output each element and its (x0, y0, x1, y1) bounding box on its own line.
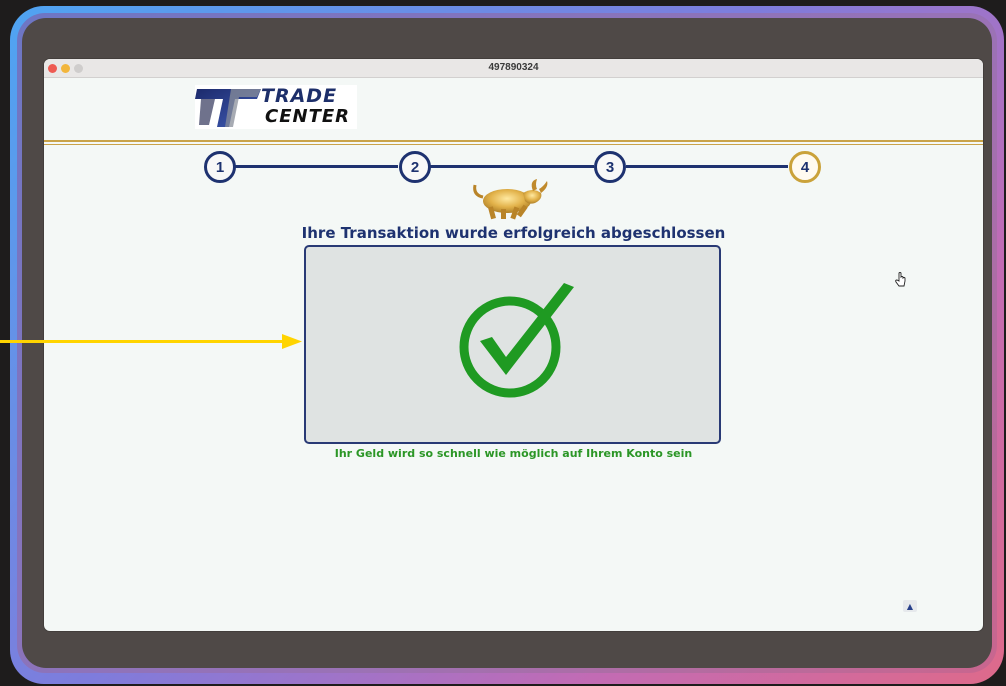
arrow-right-icon (0, 334, 302, 349)
window-title: 497890324 (488, 62, 539, 73)
confirmation-headline: Ihre Transaktion wurde erfolgreich abges… (301, 224, 726, 242)
window-titlebar: 497890324 (44, 59, 983, 78)
step-3: 3 (594, 151, 626, 183)
logo-text-trade: TRADE (261, 85, 338, 107)
step-connector-1 (234, 165, 398, 168)
scroll-to-top-button[interactable]: ▲ (903, 600, 917, 612)
header-divider-top (44, 140, 983, 142)
arrow-up-icon: ▲ (906, 601, 914, 611)
tc-logo-mark-icon (195, 89, 261, 127)
trade-center-logo[interactable]: TRADE CENTER (195, 85, 357, 129)
hand-pointer-icon (895, 272, 906, 287)
success-panel (304, 245, 721, 444)
confirmation-message: Ihr Geld wird so schnell wie möglich auf… (334, 447, 693, 460)
golden-bull-icon (473, 179, 548, 220)
header-divider-bottom (44, 144, 983, 145)
logo-text-center: CENTER (265, 106, 351, 127)
check-circle-icon (459, 283, 574, 398)
step-4-active: 4 (789, 151, 821, 183)
step-connector-3 (626, 165, 788, 168)
step-connector-2 (430, 165, 594, 168)
step-2: 2 (399, 151, 431, 183)
step-1: 1 (204, 151, 236, 183)
